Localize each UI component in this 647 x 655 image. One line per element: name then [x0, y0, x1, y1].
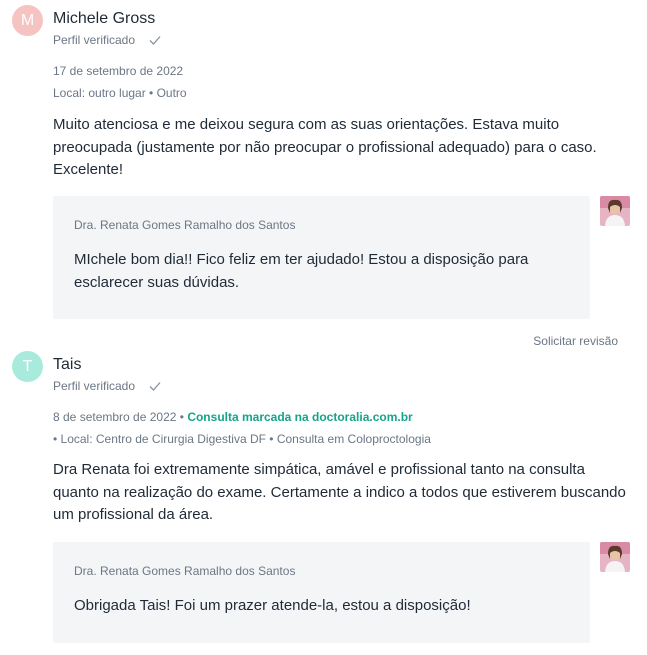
- avatar: M: [12, 5, 43, 36]
- verified-badge: Perfil verificado: [53, 33, 162, 47]
- check-icon: [149, 36, 161, 45]
- reply-text: MIchele bom dia!! Fico feliz em ter ajud…: [74, 251, 529, 291]
- review-text: Muito atenciosa e me deixou segura com a…: [53, 116, 597, 178]
- review-date-text: 8 de setembro de 2022 •: [53, 410, 184, 424]
- check-icon: [149, 382, 161, 391]
- review-date: 8 de setembro de 2022 • Consulta marcada…: [53, 410, 413, 424]
- doctor-reply: Dra. Renata Gomes Ramalho dos Santos MIc…: [53, 196, 590, 319]
- review-text: Dra Renata foi extremamente simpática, a…: [53, 461, 626, 523]
- review-location: • Local: Centro de Cirurgia Digestiva DF…: [53, 432, 431, 446]
- doctor-avatar-icon: [600, 196, 630, 226]
- review-author: Michele Gross: [53, 10, 156, 27]
- verified-label: Perfil verificado: [53, 379, 136, 393]
- doctor-reply: Dra. Renata Gomes Ramalho dos Santos Obr…: [53, 542, 590, 643]
- review-location: Local: outro lugar • Outro: [53, 86, 187, 100]
- avatar: T: [12, 351, 43, 382]
- verified-badge: Perfil verificado: [53, 379, 162, 393]
- review-author: Tais: [53, 356, 82, 373]
- verified-label: Perfil verificado: [53, 33, 136, 47]
- booking-link[interactable]: Consulta marcada na doctoralia.com.br: [187, 410, 412, 424]
- doctor-photo: [600, 542, 630, 572]
- doctor-avatar-icon: [600, 542, 630, 572]
- reply-author: Dra. Renata Gomes Ramalho dos Santos: [74, 218, 296, 232]
- doctor-photo: [600, 196, 630, 226]
- review-date: 17 de setembro de 2022: [53, 64, 184, 78]
- request-review-link[interactable]: Solicitar revisão: [533, 334, 618, 348]
- reply-text: Obrigada Tais! Foi um prazer atende-la, …: [74, 597, 471, 614]
- reply-author: Dra. Renata Gomes Ramalho dos Santos: [74, 564, 296, 578]
